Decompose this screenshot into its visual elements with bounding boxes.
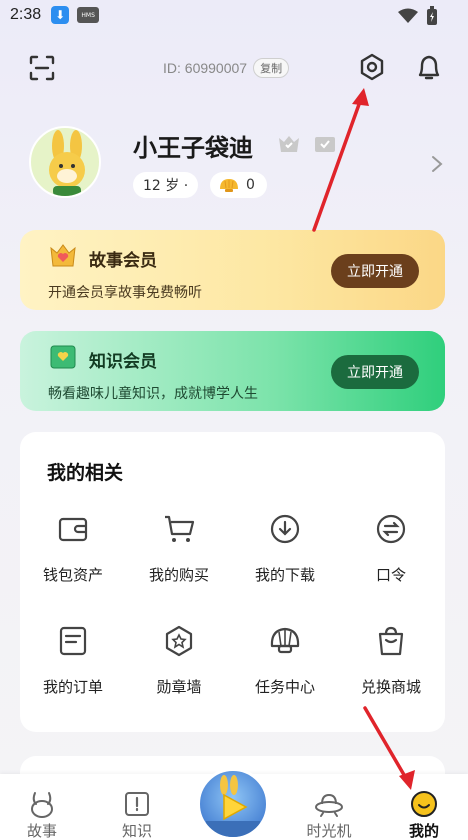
purchases-label: 我的购买 [148, 566, 209, 584]
tab-mine[interactable]: 我的 [394, 786, 454, 840]
password-label: 口令 [375, 566, 406, 584]
crown-vip-icon [50, 244, 76, 267]
avatar[interactable] [29, 126, 101, 198]
tab-timemachine-label: 时光机 [306, 822, 352, 840]
bunny-icon [31, 792, 53, 818]
knowledge-vip-card[interactable]: 知识会员 畅看趣味儿童知识，成就博学人生 立即开通 [20, 331, 445, 411]
bunny-avatar-icon [49, 130, 85, 196]
book-icon [125, 792, 149, 816]
tab-mine-label: 我的 [408, 822, 439, 840]
wallet-label: 钱包资产 [42, 566, 103, 584]
battery-icon [427, 6, 437, 25]
user-id: ID: 60990007 复制 [163, 58, 290, 78]
medal-icon [165, 625, 193, 657]
story-vip-desc: 开通会员享故事免费畅听 [48, 285, 202, 301]
related-title: 我的相关 [47, 462, 124, 484]
orders-label: 我的订单 [42, 678, 103, 696]
shopping-bag-icon [378, 626, 404, 656]
download-icon [270, 514, 300, 544]
status-time: 2:38 [10, 6, 42, 23]
downloads-item[interactable]: 我的下载 [232, 512, 338, 612]
age-text: 12 岁 · [143, 178, 189, 194]
user-id-text: ID: 60990007 [163, 60, 248, 76]
story-vip-open-button[interactable]: 立即开通 [331, 254, 419, 288]
knowledge-vip-title: 知识会员 [89, 352, 157, 372]
tab-knowledge-label: 知识 [121, 822, 152, 840]
tab-story-label: 故事 [26, 822, 57, 840]
chevron-right-icon[interactable] [430, 154, 444, 174]
hms-status-icon: HMS [77, 7, 100, 23]
story-vip-title: 故事会员 [89, 251, 157, 271]
order-icon [59, 626, 87, 656]
wallet-item[interactable]: 钱包资产 [20, 512, 126, 612]
center-play-button[interactable] [197, 768, 269, 840]
related-section: 我的相关 钱包资产 我的购买 我的下载 口令 我的订单 勋章墙 任务中心 兑换商… [20, 432, 445, 732]
tasks-item[interactable]: 任务中心 [232, 624, 338, 724]
password-item[interactable]: 口令 [338, 512, 444, 612]
store-label: 兑换商城 [360, 678, 421, 696]
book-badge-icon[interactable] [313, 134, 337, 154]
tab-story[interactable]: 故事 [12, 786, 72, 840]
downloads-label: 我的下载 [254, 566, 315, 584]
purchases-item[interactable]: 我的购买 [126, 512, 232, 612]
username: 小王子袋迪 [133, 134, 253, 162]
bell-icon[interactable] [414, 52, 444, 82]
wallet-icon [58, 517, 88, 542]
status-bar: 2:38 ⬇ HMS [0, 0, 468, 30]
tab-timemachine[interactable]: 时光机 [299, 786, 359, 840]
exchange-icon [376, 514, 406, 544]
download-status-icon: ⬇ [51, 6, 70, 24]
medals-label: 勋章墙 [156, 678, 202, 696]
coin-badge[interactable]: 0 [210, 172, 267, 198]
crown-badge-icon[interactable] [277, 134, 301, 154]
tasks-label: 任务中心 [254, 678, 315, 696]
play-icon [206, 775, 260, 837]
book-vip-icon [50, 345, 76, 369]
shell-icon [270, 627, 300, 654]
orders-item[interactable]: 我的订单 [20, 624, 126, 724]
ufo-icon [315, 793, 343, 817]
smile-icon [411, 791, 437, 817]
story-vip-card[interactable]: 故事会员 开通会员享故事免费畅听 立即开通 [20, 230, 445, 310]
profile-section[interactable]: 小王子袋迪 12 岁 · 0 [0, 126, 468, 206]
scan-icon[interactable] [28, 54, 56, 82]
coin-count: 0 [246, 177, 255, 193]
wifi-icon [398, 8, 418, 23]
tab-knowledge[interactable]: 知识 [107, 786, 167, 840]
knowledge-vip-open-button[interactable]: 立即开通 [331, 355, 419, 389]
shell-coin-icon [220, 179, 238, 192]
top-bar: ID: 60990007 复制 [0, 50, 468, 86]
settings-icon[interactable] [357, 52, 387, 82]
store-item[interactable]: 兑换商城 [338, 624, 444, 724]
copy-id-button[interactable]: 复制 [253, 58, 290, 78]
medals-item[interactable]: 勋章墙 [126, 624, 232, 724]
cart-icon [165, 515, 195, 542]
age-badge[interactable]: 12 岁 · [133, 172, 199, 198]
knowledge-vip-desc: 畅看趣味儿童知识，成就博学人生 [48, 386, 258, 402]
